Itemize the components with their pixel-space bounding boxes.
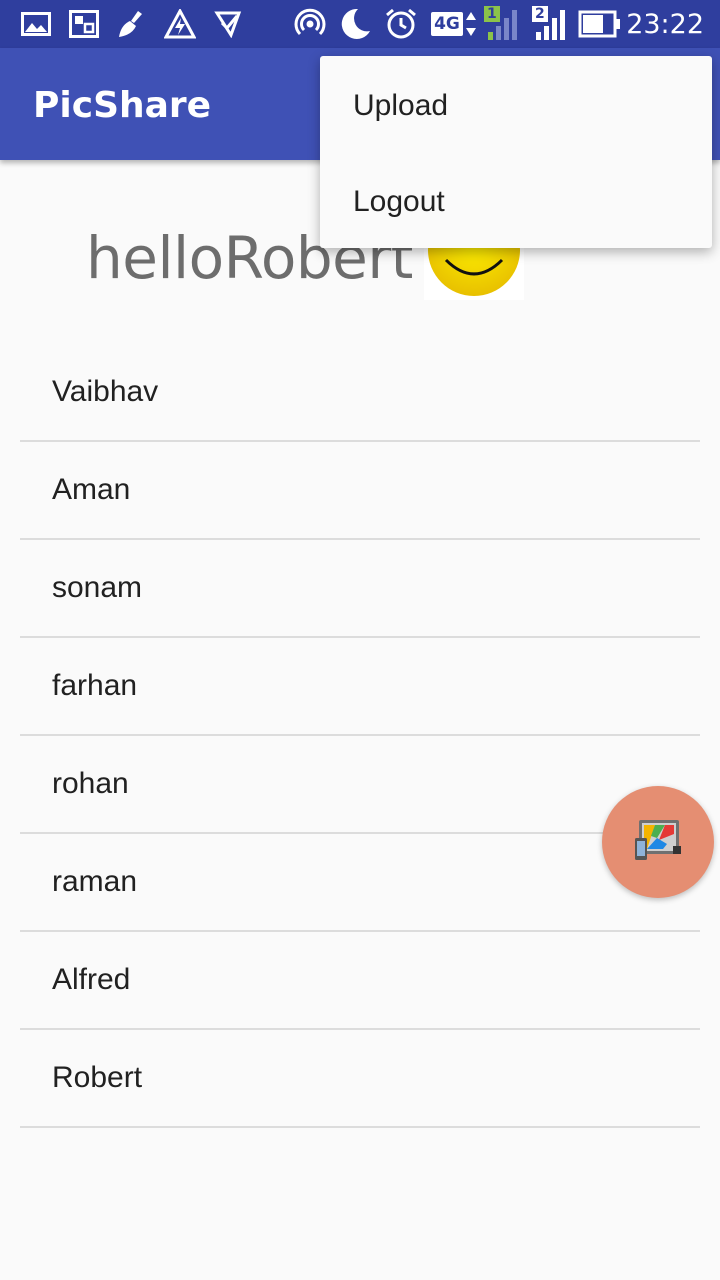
signal-sim1-icon: 1 xyxy=(482,6,522,42)
network-4g-icon: 4G xyxy=(430,6,478,42)
app-title: PicShare xyxy=(33,85,212,126)
user-name: Alfred xyxy=(52,963,131,996)
battery-icon xyxy=(578,6,622,42)
gallery-icon xyxy=(20,6,52,42)
user-list-item[interactable]: rohan xyxy=(20,736,700,834)
boost-icon xyxy=(164,6,196,42)
upload-fab-button[interactable] xyxy=(602,786,714,898)
status-time: 23:22 xyxy=(626,9,704,40)
screen-icon xyxy=(68,6,100,42)
user-name: raman xyxy=(52,865,138,898)
user-list-item[interactable]: Aman xyxy=(20,442,700,540)
user-name: farhan xyxy=(52,669,138,702)
moon-icon xyxy=(338,6,372,42)
cleaner-icon xyxy=(116,6,148,42)
checkmark-icon xyxy=(212,6,244,42)
menu-item-upload[interactable]: Upload xyxy=(320,58,712,154)
menu-item-logout[interactable]: Logout xyxy=(320,154,712,250)
user-name: Aman xyxy=(52,473,131,506)
user-name: rohan xyxy=(52,767,129,800)
status-bar: 4G 1 2 23:22 xyxy=(0,0,720,48)
user-list-item[interactable]: Alfred xyxy=(20,932,700,1030)
user-list-item[interactable]: raman xyxy=(20,834,700,932)
gallery-app-icon xyxy=(633,818,683,866)
sim2-label: 2 xyxy=(532,6,548,22)
sim1-label: 1 xyxy=(484,6,500,22)
alarm-icon xyxy=(384,6,418,42)
menu-item-label: Upload xyxy=(353,89,449,122)
user-name: Vaibhav xyxy=(52,375,159,408)
network-4g-label: 4G xyxy=(431,12,463,36)
user-list: Vaibhav Aman sonam farhan rohan raman Al… xyxy=(20,344,700,1128)
user-list-item[interactable]: Vaibhav xyxy=(20,344,700,442)
user-list-item[interactable]: sonam xyxy=(20,540,700,638)
signal-sim2-icon: 2 xyxy=(530,6,570,42)
hotspot-icon xyxy=(294,6,326,42)
overflow-menu: Upload Logout xyxy=(320,56,712,248)
user-name: sonam xyxy=(52,571,143,604)
user-list-item[interactable]: farhan xyxy=(20,638,700,736)
user-name: Robert xyxy=(52,1061,143,1094)
menu-item-label: Logout xyxy=(353,185,445,218)
user-list-item[interactable]: Robert xyxy=(20,1030,700,1128)
